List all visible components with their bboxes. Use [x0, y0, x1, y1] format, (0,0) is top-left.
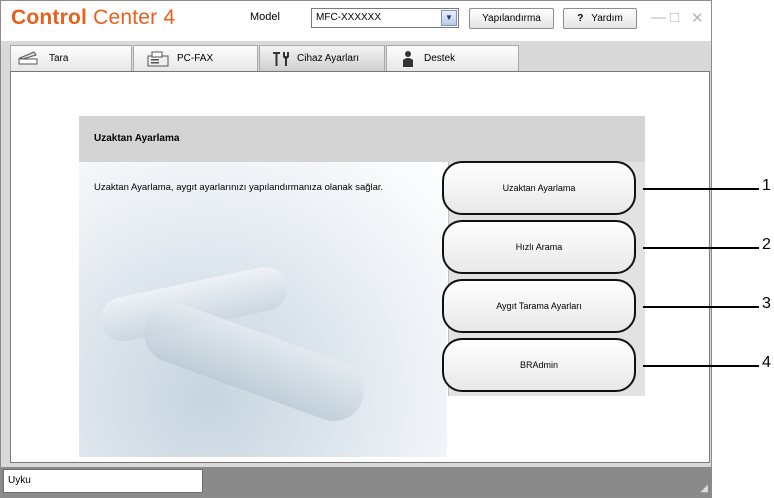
- resize-grip-icon[interactable]: ◢: [700, 483, 708, 494]
- section-description: Uzaktan Ayarlama, aygıt ayarlarınızı yap…: [94, 182, 384, 193]
- tools-icon: [273, 52, 289, 66]
- speed-dial-button[interactable]: Hızlı Arama: [442, 220, 636, 274]
- model-select-value: MFC-XXXXXX: [316, 12, 382, 23]
- background-wrench-image: [79, 162, 447, 457]
- callout-number-2: 2: [762, 236, 771, 253]
- section-header: Uzaktan Ayarlama: [79, 116, 645, 162]
- help-button[interactable]: ? Yardım: [563, 8, 637, 29]
- bradmin-button[interactable]: BRAdmin: [442, 338, 636, 392]
- tab-bar: Tara PC-FAX Cihaz Ayarları Destek: [10, 45, 710, 71]
- section-title: Uzaktan Ayarlama: [94, 133, 180, 144]
- callout-line-3: [643, 306, 759, 308]
- fax-icon: [147, 51, 169, 67]
- tab-pc-fax-label: PC-FAX: [177, 53, 214, 64]
- tab-support[interactable]: Destek: [386, 45, 519, 71]
- logo-rest-text: Center 4: [93, 6, 176, 29]
- app-logo: Control Center 4: [11, 6, 175, 30]
- model-select[interactable]: MFC-XXXXXX ▼: [311, 8, 459, 28]
- callout-number-1: 1: [762, 177, 771, 194]
- chevron-down-icon[interactable]: ▼: [441, 10, 457, 26]
- help-icon: ?: [577, 13, 584, 24]
- tab-support-label: Destek: [424, 53, 456, 64]
- help-button-label: Yardım: [591, 13, 623, 24]
- callout-number-3: 3: [762, 295, 771, 312]
- callout-line-1: [643, 188, 759, 190]
- status-text: Uyku: [3, 469, 203, 493]
- scanner-icon: [18, 51, 38, 65]
- tab-pc-fax[interactable]: PC-FAX: [133, 45, 258, 71]
- callout-line-4: [643, 365, 759, 367]
- remote-setup-button[interactable]: Uzaktan Ayarlama: [442, 161, 636, 215]
- callout-line-2: [643, 247, 759, 249]
- close-icon[interactable]: ✕: [691, 9, 704, 27]
- configure-button[interactable]: Yapılandırma: [469, 8, 554, 29]
- tab-scan-label: Tara: [49, 53, 69, 64]
- status-bar: Uyku ◢: [1, 467, 711, 497]
- person-icon: [403, 51, 413, 67]
- device-scan-settings-button[interactable]: Aygıt Tarama Ayarları: [442, 279, 636, 333]
- callout-number-4: 4: [762, 354, 771, 371]
- tab-device-settings[interactable]: Cihaz Ayarları: [259, 45, 385, 71]
- tab-scan[interactable]: Tara: [10, 45, 132, 71]
- logo-bold-text: Control: [11, 6, 88, 29]
- maximize-icon[interactable]: □: [670, 9, 679, 26]
- model-label: Model: [250, 11, 280, 23]
- tab-device-settings-label: Cihaz Ayarları: [297, 53, 360, 64]
- minimize-icon[interactable]: —: [651, 9, 666, 26]
- title-bar: Control Center 4 Model MFC-XXXXXX ▼ Yapı…: [1, 1, 711, 41]
